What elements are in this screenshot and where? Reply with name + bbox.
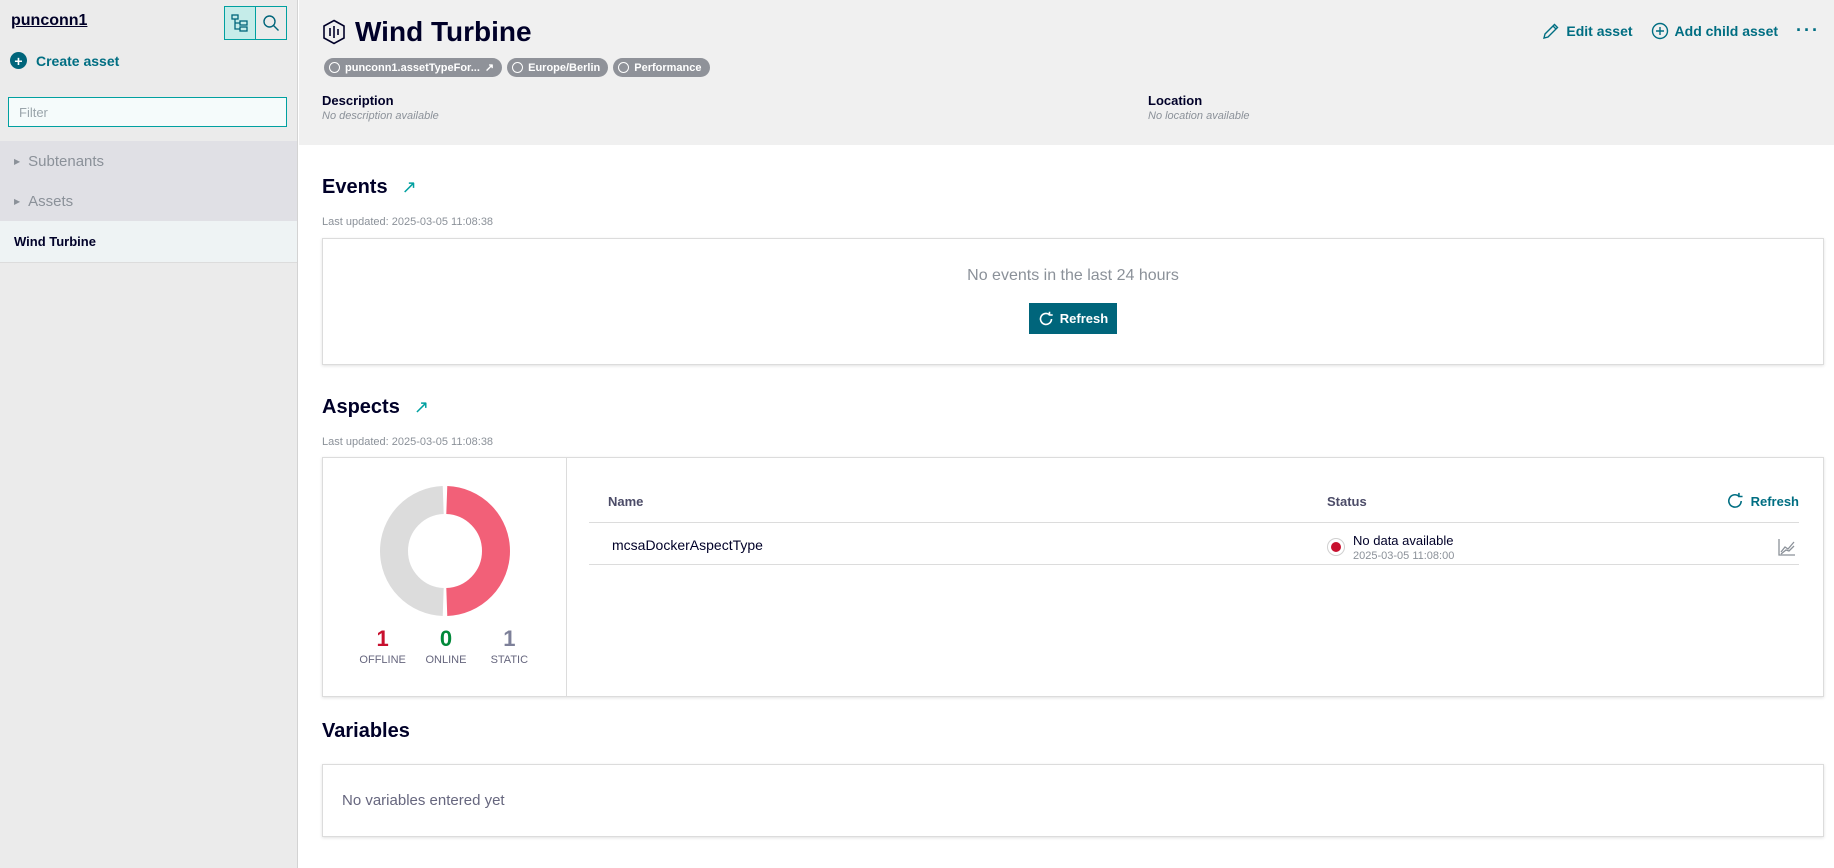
aspects-card: 1 OFFLINE 0 ONLINE 1 STATIC Name Status: [322, 457, 1824, 697]
tree-item-subtenants[interactable]: ▶ Subtenants: [0, 141, 297, 181]
events-empty-text: No events in the last 24 hours: [967, 267, 1179, 284]
asset-icon: [323, 19, 345, 45]
stat-static: 1 STATIC: [478, 626, 540, 666]
filter-input[interactable]: [8, 97, 287, 127]
stat-value: 1: [503, 626, 516, 651]
variables-card: No variables entered yet: [322, 764, 1824, 837]
tree-item-label: Wind Turbine: [14, 234, 96, 249]
aspect-name[interactable]: mcsaDockerAspectType: [612, 537, 763, 553]
add-child-asset-button[interactable]: Add child asset: [1651, 22, 1778, 40]
events-section-title: Events ↗: [322, 176, 417, 199]
stat-label: OFFLINE: [359, 654, 406, 666]
stat-offline: 1 OFFLINE: [352, 626, 414, 666]
asset-tree: ▶ Subtenants ▶ Assets Wind Turbine: [0, 141, 297, 263]
column-header-status[interactable]: Status: [1327, 494, 1367, 509]
external-link-icon[interactable]: ↗: [402, 177, 417, 198]
edit-asset-button[interactable]: Edit asset: [1542, 22, 1633, 40]
events-card: No events in the last 24 hours Refresh: [322, 238, 1824, 365]
aspects-section-title: Aspects ↗: [322, 396, 429, 419]
tree-view-icon: [231, 14, 248, 32]
description-value: No description available: [322, 110, 439, 122]
variables-empty-text: No variables entered yet: [342, 792, 505, 809]
tree-item-label: Assets: [28, 192, 74, 210]
donut-static-segment: [380, 486, 445, 616]
events-title: Events: [322, 176, 388, 198]
add-child-asset-label: Add child asset: [1674, 22, 1779, 39]
donut-offline-segment: [445, 486, 510, 616]
refresh-icon: [1039, 311, 1053, 325]
create-asset-button[interactable]: + Create asset: [10, 52, 119, 69]
tree-item-assets[interactable]: ▶ Assets: [0, 181, 297, 221]
refresh-label: Refresh: [1750, 493, 1799, 509]
badge-label: punconn1.assetTypeFor...: [345, 61, 480, 74]
search-icon: [263, 15, 280, 31]
aspects-refresh-button[interactable]: Refresh: [1726, 492, 1799, 510]
asset-details: Wind Turbine punconn1.assetTypeFor... ↗ …: [299, 0, 1834, 868]
pencil-icon: [1543, 23, 1559, 39]
view-toggle: [224, 6, 287, 40]
location-value: No location available: [1148, 110, 1250, 122]
performance-badge: Performance: [613, 58, 710, 77]
refresh-icon: [1727, 492, 1743, 508]
create-asset-label: Create asset: [36, 52, 120, 69]
stat-value: 1: [376, 626, 389, 651]
location-label: Location: [1148, 93, 1203, 108]
asset-badges: punconn1.assetTypeFor... ↗ Europe/Berlin…: [324, 58, 710, 77]
search-view-button[interactable]: [255, 7, 286, 39]
aspect-status-time: 2025-03-05 11:08:00: [1353, 550, 1455, 562]
stat-online: 0 ONLINE: [415, 626, 477, 666]
badge-label: Performance: [634, 61, 702, 74]
row-divider: [589, 564, 1799, 565]
page-title: Wind Turbine: [355, 16, 532, 47]
aspects-table: Name Status Refresh mcsaDockerAspectType…: [589, 458, 1799, 696]
variables-title: Variables: [322, 720, 410, 742]
info-icon: [618, 62, 630, 73]
header-divider: [589, 522, 1799, 523]
asset-type-icon: [329, 62, 340, 73]
stat-label: STATIC: [490, 654, 529, 666]
asset-header: Wind Turbine punconn1.assetTypeFor... ↗ …: [299, 0, 1834, 145]
caret-right-icon[interactable]: ▶: [14, 197, 20, 206]
timezone-badge: Europe/Berlin: [507, 58, 609, 77]
tenant-name[interactable]: punconn1: [11, 12, 87, 30]
external-link-icon: ↗: [484, 62, 495, 74]
asset-sidebar: punconn1 + Create asset ▶ Subtenants ▶ A…: [0, 0, 298, 868]
stat-value: 0: [439, 626, 453, 651]
plus-circle-icon: [1651, 22, 1668, 39]
caret-right-icon[interactable]: ▶: [14, 157, 20, 166]
events-refresh-button[interactable]: Refresh: [1029, 303, 1117, 334]
aspects-title: Aspects: [322, 396, 400, 418]
header-actions: Edit asset Add child asset ···: [1542, 20, 1820, 41]
badge-label: Europe/Berlin: [528, 61, 601, 74]
asset-type-badge[interactable]: punconn1.assetTypeFor... ↗: [324, 58, 503, 77]
variables-section-title: Variables: [322, 720, 410, 743]
tree-item-wind-turbine[interactable]: Wind Turbine: [0, 221, 297, 263]
stat-label: ONLINE: [425, 654, 467, 666]
aspect-status-donut: [380, 486, 510, 616]
events-last-updated: Last updated: 2025-03-05 11:08:38: [322, 216, 494, 228]
tree-item-label: Subtenants: [28, 152, 105, 170]
column-header-name[interactable]: Name: [608, 494, 643, 509]
aspect-status-summary: 1 OFFLINE 0 ONLINE 1 STATIC: [323, 458, 567, 696]
offline-status-icon: [1327, 538, 1345, 556]
more-options-icon[interactable]: ···: [1796, 20, 1820, 41]
globe-icon: [512, 62, 524, 73]
aspect-status: No data available: [1353, 533, 1454, 548]
aspect-stats: 1 OFFLINE 0 ONLINE 1 STATIC: [351, 626, 541, 666]
tree-view-button[interactable]: [225, 7, 256, 39]
external-link-icon[interactable]: ↗: [414, 397, 429, 418]
plus-circle-icon: +: [10, 52, 27, 69]
aspects-last-updated: Last updated: 2025-03-05 11:08:38: [322, 436, 494, 448]
refresh-label: Refresh: [1059, 311, 1109, 326]
line-chart-icon[interactable]: [1777, 537, 1797, 557]
description-label: Description: [322, 93, 394, 108]
edit-asset-label: Edit asset: [1566, 22, 1633, 39]
